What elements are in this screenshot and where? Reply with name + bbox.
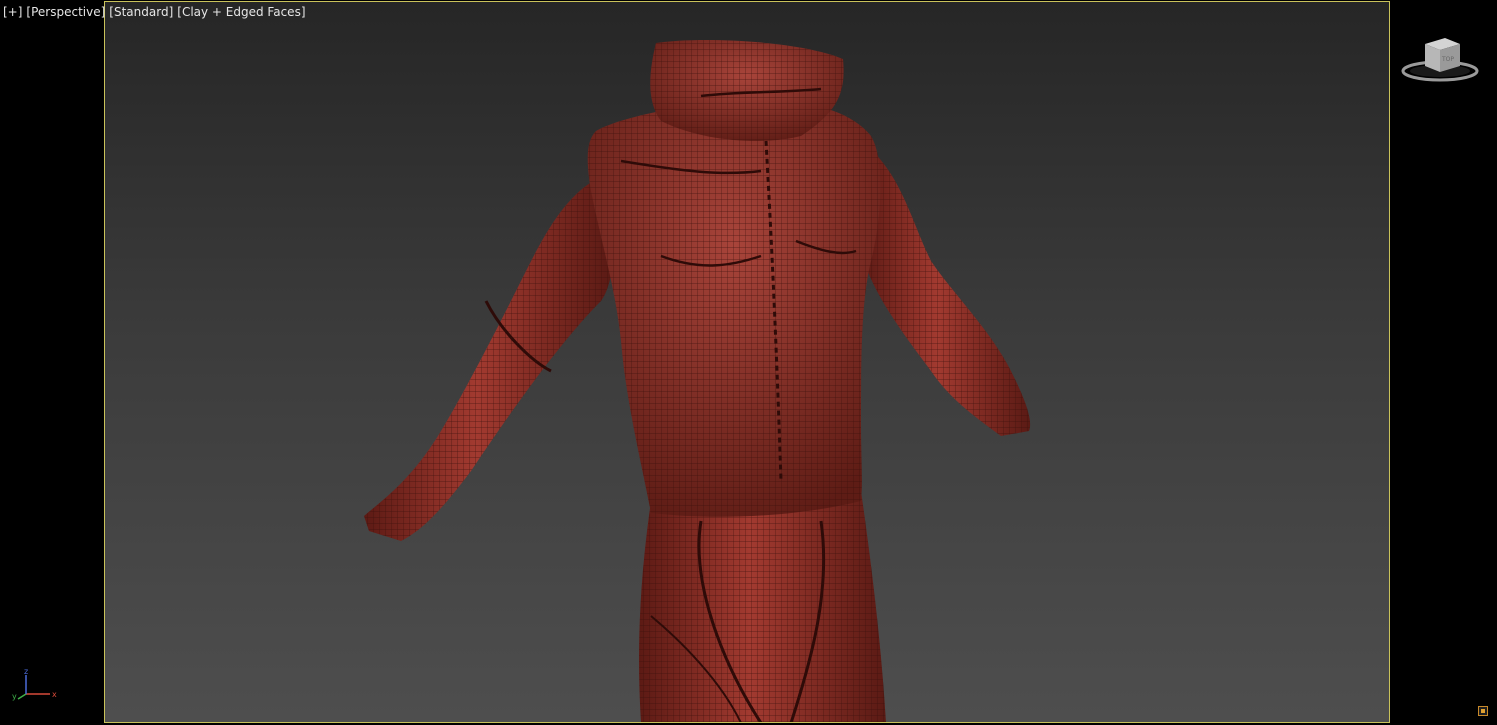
axis-y-label: y (12, 692, 17, 701)
left-sleeve-mesh (364, 181, 614, 541)
maximize-viewport-button[interactable] (1478, 706, 1488, 716)
right-sleeve-mesh (861, 141, 1031, 436)
pants-mesh (639, 491, 886, 722)
hood-collar-mesh (650, 39, 844, 141)
axis-z-label: z (24, 668, 28, 676)
viewcube-icon[interactable]: TOP (1400, 34, 1482, 88)
viewport-general-menu[interactable]: [+] (3, 5, 22, 19)
axis-tripod-icon: x y z (12, 668, 57, 701)
clothing-mesh-model[interactable] (105, 2, 1390, 723)
viewport-shading-preset-menu[interactable]: [Standard] (109, 5, 173, 19)
viewport-label-menu: [+] [Perspective] [Standard] [Clay + Edg… (3, 5, 306, 19)
viewcube-face-label: TOP (1441, 56, 1454, 63)
viewport-view-menu[interactable]: [Perspective] (26, 5, 105, 19)
axis-x-label: x (52, 690, 57, 699)
safe-frame[interactable] (104, 1, 1390, 723)
viewport-3d[interactable]: [+] [Perspective] [Standard] [Clay + Edg… (0, 0, 1497, 725)
shirt-torso-mesh (587, 99, 881, 517)
viewport-shading-mode-menu[interactable]: [Clay + Edged Faces] (177, 5, 305, 19)
